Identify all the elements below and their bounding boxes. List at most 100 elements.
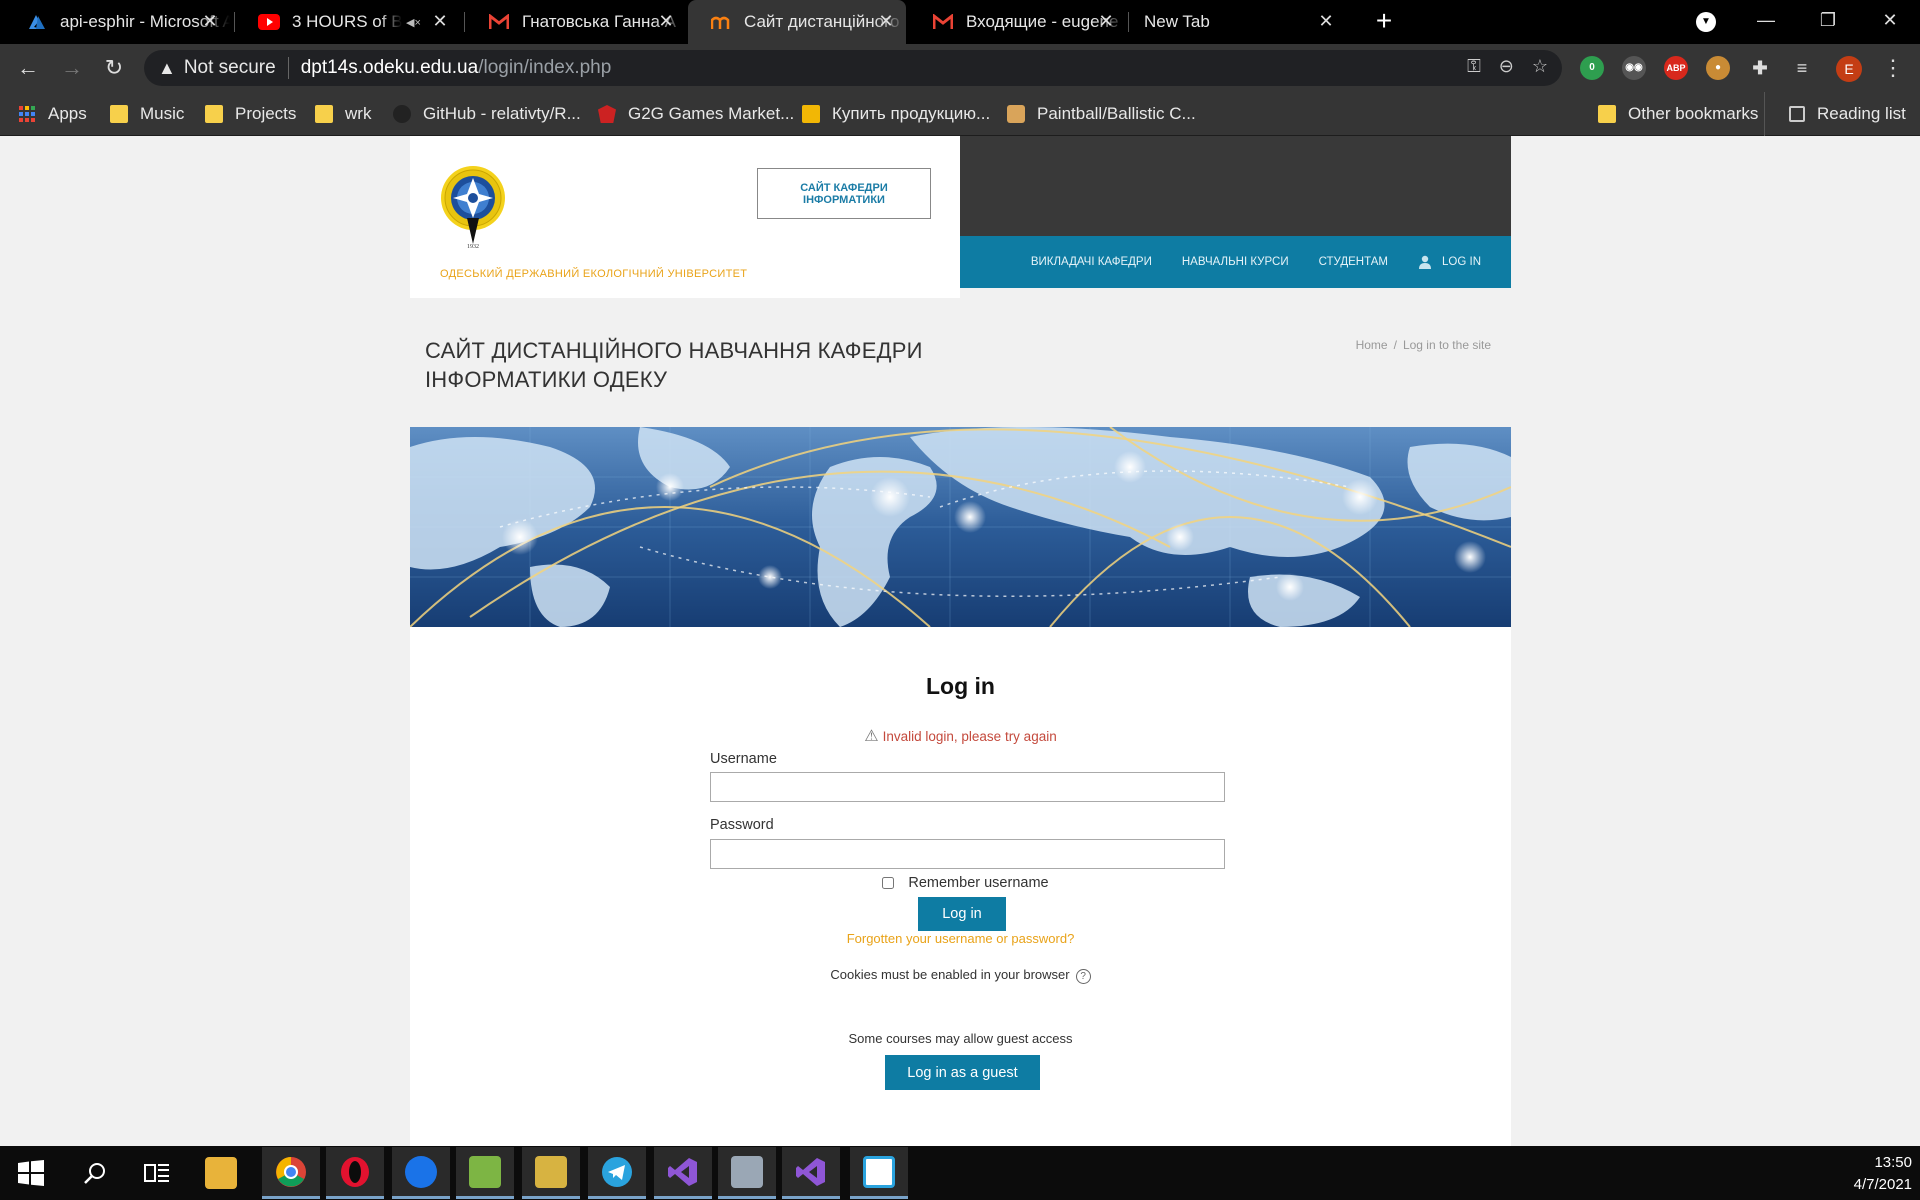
close-icon[interactable]: ✕ (876, 11, 896, 31)
url-path: /login/index.php (478, 57, 612, 78)
password-input[interactable] (710, 839, 1225, 869)
minimize-icon[interactable]: — (1736, 0, 1796, 40)
muted-speaker-icon[interactable]: ◀× (406, 16, 421, 29)
reading-list[interactable]: Reading list (1764, 92, 1906, 136)
kafedra-site-button[interactable]: САЙТ КАФЕДРИ ІНФОРМАТИКИ (757, 168, 931, 219)
adblock-label: ABP (1666, 63, 1686, 73)
close-icon[interactable]: ✕ (1316, 11, 1336, 31)
start-icon[interactable] (2, 1147, 60, 1199)
warning-triangle-icon[interactable]: ▲ (158, 58, 176, 79)
sticky-icon[interactable] (522, 1147, 580, 1199)
tab-active-moodle[interactable]: Сайт дистанційного ✕ (688, 0, 906, 44)
tab-strip: api-esphir - Microsoft Azure ✕ 3 HOURS o… (0, 0, 1920, 44)
reload-icon[interactable]: ↻ (98, 52, 130, 84)
cookie-icon[interactable]: ● (1706, 56, 1730, 80)
guest-access-note: Some courses may allow guest access (848, 1031, 1073, 1046)
system-clock[interactable]: 13:50 4/7/2021 (1854, 1152, 1912, 1196)
tab-gmail[interactable]: Гнатовська Ганна А ✕ (466, 0, 686, 44)
breadcrumb-separator: / (1393, 338, 1397, 352)
media-queue-icon[interactable]: ≡ (1790, 56, 1814, 80)
task-view-icon[interactable] (128, 1147, 186, 1199)
maps-icon[interactable] (392, 1147, 450, 1199)
login-button[interactable]: Log in (918, 897, 1006, 931)
back-arrow-icon[interactable]: ← (12, 52, 44, 84)
file-explorer-icon[interactable] (192, 1147, 250, 1199)
folder-icon (110, 105, 128, 123)
bookmark-label: Paintball/Ballistic C... (1037, 104, 1196, 123)
extension-eyes-icon[interactable]: ◉◉ (1622, 56, 1646, 80)
profile-avatar[interactable]: E (1836, 56, 1862, 82)
main-navigation: ВИКЛАДАЧІ КАФЕДРИ НАВЧАЛЬНІ КУРСИ СТУДЕН… (960, 236, 1511, 288)
github-icon (393, 105, 411, 123)
bookmark-paintball[interactable]: Paintball/Ballistic C... (1007, 92, 1196, 136)
snip-icon[interactable] (850, 1147, 908, 1199)
close-icon[interactable]: ✕ (656, 11, 676, 31)
close-icon[interactable]: ✕ (200, 11, 220, 31)
bookmark-projects[interactable]: Projects (205, 92, 296, 136)
search-icon[interactable] (66, 1147, 124, 1199)
tab-new-tab[interactable]: New Tab ✕ (1130, 0, 1346, 44)
username-input[interactable] (710, 772, 1225, 802)
nav-students[interactable]: СТУДЕНТАМ (1319, 256, 1388, 268)
zoom-out-icon[interactable]: ⊖ (1499, 56, 1514, 77)
bookmark-shop[interactable]: Купить продукцию... (802, 92, 990, 136)
breadcrumb: Home / Log in to the site (1356, 338, 1491, 352)
opera-icon[interactable] (326, 1147, 384, 1199)
window-close-icon[interactable]: ✕ (1860, 0, 1920, 40)
user-icon (1419, 255, 1432, 269)
star-bookmark-icon[interactable]: ☆ (1532, 56, 1548, 77)
chrome-icon[interactable] (262, 1147, 320, 1199)
tab-gmail-inbox[interactable]: Входящие - eugene ✕ (910, 0, 1126, 44)
university-logo[interactable]: 1932 (438, 160, 508, 250)
telegram-icon[interactable] (588, 1147, 646, 1199)
guest-login-button[interactable]: Log in as a guest (885, 1055, 1040, 1090)
not-secure-label[interactable]: Not secure (184, 57, 276, 79)
url-host: dpt14s.odeku.edu.ua (300, 57, 479, 78)
close-icon[interactable]: ✕ (430, 11, 450, 31)
visual-studio-icon[interactable] (782, 1147, 840, 1199)
breadcrumb-home[interactable]: Home (1356, 338, 1388, 352)
gmail-icon (932, 13, 954, 31)
help-question-icon[interactable]: ? (1075, 969, 1091, 984)
address-bar[interactable]: ▲ Not secure dpt14s.odeku.edu.ua /login/… (144, 50, 1562, 86)
forgot-password-link[interactable]: Forgotten your username or password? (410, 931, 1511, 946)
bookmark-music[interactable]: Music (110, 92, 184, 136)
folder-icon (315, 105, 333, 123)
extensions-puzzle-icon[interactable]: ✚ (1748, 56, 1772, 80)
adblock-plus-icon[interactable]: ABP (1664, 56, 1688, 80)
university-name: ОДЕСЬКИЙ ДЕРЖАВНИЙ ЕКОЛОГІЧНИЙ УНІВЕРСИТ… (440, 268, 748, 280)
page-title: САЙТ ДИСТАНЦІЙНОГО НАВЧАННЯ КАФЕДРИ ІНФО… (425, 338, 923, 392)
remember-username-checkbox[interactable] (882, 877, 895, 889)
restore-icon[interactable]: ❐ (1798, 0, 1858, 40)
visual-studio-icon[interactable] (654, 1147, 712, 1199)
extension-shield-icon[interactable]: 0 (1580, 56, 1604, 80)
bookmark-wrk[interactable]: wrk (315, 92, 371, 136)
forward-arrow-icon[interactable]: → (56, 52, 88, 84)
device-icon[interactable] (718, 1147, 776, 1199)
omnibox-actions: ⚿ ⊖ ☆ (1467, 56, 1548, 77)
reading-list-label: Reading list (1817, 104, 1906, 123)
gmail-icon (488, 13, 510, 31)
notepad-icon[interactable] (456, 1147, 514, 1199)
bookmark-github[interactable]: GitHub - relativty/R... (393, 92, 581, 136)
more-menu-icon[interactable]: ⋮ (1882, 54, 1904, 82)
bookmark-label: G2G Games Market... (628, 104, 795, 123)
nav-teachers[interactable]: ВИКЛАДАЧІ КАФЕДРИ (1031, 256, 1152, 268)
tab-youtube[interactable]: 3 HOURS of Best ◀× ✕ (236, 0, 460, 44)
youtube-icon (258, 13, 280, 31)
nav-courses[interactable]: НАВЧАЛЬНІ КУРСИ (1182, 256, 1289, 268)
key-icon[interactable]: ⚿ (1467, 56, 1481, 77)
new-tab-plus-icon[interactable]: + (1368, 6, 1400, 38)
bookmark-other[interactable]: Other bookmarks (1598, 92, 1758, 136)
tab-search-icon[interactable]: ▼ (1696, 12, 1716, 32)
remember-username-label[interactable]: Remember username (908, 875, 1048, 891)
close-icon[interactable]: ✕ (1096, 11, 1116, 31)
bookmark-label: Купить продукцию... (832, 104, 991, 123)
site-header-brand: 1932 САЙТ КАФЕДРИ ІНФОРМАТИКИ ОДЕСЬКИЙ Д… (410, 136, 960, 298)
bookmark-g2g[interactable]: G2G Games Market... (598, 92, 794, 136)
nav-login[interactable]: LOG IN (1418, 255, 1481, 269)
moodle-icon (710, 13, 732, 31)
address-divider (287, 57, 289, 79)
tab-azure[interactable]: api-esphir - Microsoft Azure ✕ (4, 0, 230, 44)
bookmark-apps[interactable]: Apps (18, 92, 87, 136)
